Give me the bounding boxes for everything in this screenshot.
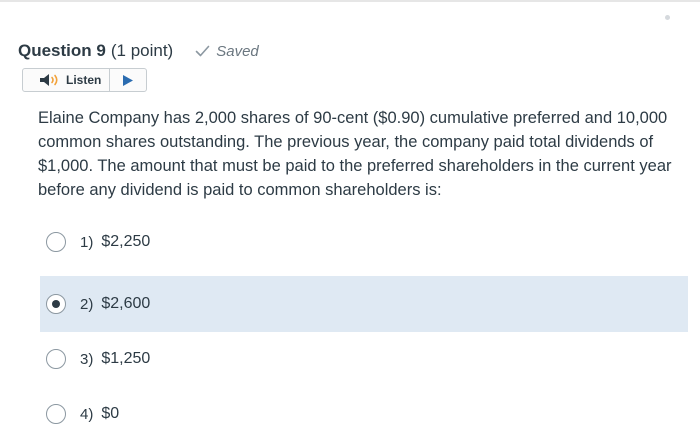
- radio-button-selected[interactable]: [46, 294, 66, 314]
- option-number: 4): [80, 405, 94, 423]
- question-header: Question 9 (1 point) Saved: [18, 38, 259, 64]
- answer-option-2[interactable]: 2) $2,600: [40, 276, 688, 332]
- option-number: 3): [80, 350, 94, 368]
- answer-option-3[interactable]: 3) $1,250: [40, 331, 688, 387]
- corner-dot: [665, 15, 670, 20]
- play-icon: [123, 74, 134, 86]
- question-points: (1 point): [110, 41, 174, 60]
- checkmark-icon: [195, 45, 210, 57]
- listen-label: Listen: [66, 73, 102, 87]
- option-value: $0: [101, 405, 120, 422]
- play-button[interactable]: [110, 69, 146, 91]
- saved-label: Saved: [216, 42, 259, 60]
- listen-widget: Listen: [22, 68, 147, 92]
- question-title: Question 9: [18, 41, 106, 60]
- option-value: $1,250: [101, 350, 151, 367]
- listen-button[interactable]: Listen: [23, 69, 111, 91]
- answer-option-4[interactable]: 4) $0: [40, 386, 688, 442]
- option-value: $2,250: [101, 233, 151, 250]
- radio-button[interactable]: [46, 232, 66, 252]
- option-number: 1): [80, 233, 94, 251]
- speaker-icon: [40, 74, 58, 86]
- radio-button[interactable]: [46, 404, 66, 424]
- option-value: $2,600: [101, 295, 151, 312]
- option-number: 2): [80, 295, 94, 313]
- radio-button[interactable]: [46, 349, 66, 369]
- saved-status: Saved: [195, 43, 259, 60]
- question-text: Elaine Company has 2,000 shares of 90-ce…: [38, 109, 672, 199]
- answer-option-1[interactable]: 1) $2,250: [40, 214, 688, 270]
- top-divider: [0, 0, 700, 2]
- radio-dot: [52, 300, 60, 308]
